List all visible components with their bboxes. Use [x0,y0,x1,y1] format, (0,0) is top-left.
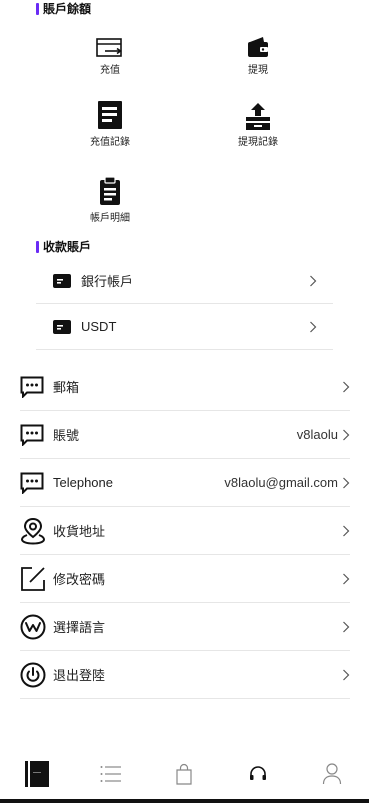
message-icon [20,376,44,398]
document-icon [98,101,122,129]
menu-item-telephone-value: v8laolu@gmail.com [224,475,338,490]
menu-item-account-value: v8laolu [296,427,338,442]
chevron-right-icon [310,275,317,286]
location-pin-icon [20,517,46,545]
account-details-button[interactable]: 帳戶明細 [65,174,155,224]
menu-item-language-label: 選擇語言 [53,620,106,635]
card-deposit-icon [96,38,122,57]
deposit-record-label: 充值記錄 [90,137,130,148]
section-accent-bar [36,240,39,253]
withdraw-record-label: 提現記錄 [238,137,278,148]
deposit-label: 充值 [100,65,120,76]
language-icon [20,614,46,639]
chevron-right-icon [343,669,350,680]
tab-home[interactable] [17,754,57,794]
menu-item-telephone-label: Telephone [53,475,113,490]
menu-item-language[interactable]: 選擇語言 [20,603,350,651]
wallet-icon [248,37,268,57]
menu-item-email-label: 郵箱 [53,380,80,395]
chevron-right-icon [343,381,350,392]
balance-section-title: 賬戶餘額 [36,0,91,17]
menu-item-email[interactable]: 郵箱 [20,363,350,411]
menu-item-account-label: 賬號 [53,428,80,443]
receive-section-label: 收款賬戶 [43,240,92,254]
tab-cart[interactable] [164,754,204,794]
menu-item-logout[interactable]: 退出登陸 [20,651,350,699]
withdraw-record-button[interactable]: 提現記錄 [213,100,303,148]
account-details-label: 帳戶明細 [90,213,130,224]
chevron-right-icon [343,429,350,440]
chevron-right-icon [343,621,350,632]
card-icon [53,319,71,334]
user-icon [322,763,342,785]
message-icon [20,424,44,446]
withdraw-button[interactable]: 提現 [213,32,303,76]
bottom-tab-bar [0,748,369,800]
menu-item-change-password-label: 修改密碼 [53,572,106,587]
chevron-right-icon [343,573,350,584]
withdraw-label: 提現 [248,65,268,76]
deposit-button[interactable]: 充值 [65,32,155,76]
clipboard-icon [100,176,120,205]
bag-icon [176,763,193,785]
menu-item-account[interactable]: 賬號 v8laolu [20,411,350,459]
deposit-record-button[interactable]: 充值記錄 [65,100,155,148]
list-icon [100,766,121,782]
menu-item-change-password[interactable]: 修改密碼 [20,555,350,603]
tab-list[interactable] [91,754,131,794]
menu-item-address[interactable]: 收貨地址 [20,507,350,555]
receive-section-title: 收款賬戶 [36,238,91,255]
menu-item-telephone[interactable]: Telephone v8laolu@gmail.com [20,459,350,507]
bank-account-label: 銀行帳戶 [81,274,134,289]
upload-tray-icon [246,103,270,130]
bank-account-row[interactable]: 銀行帳戶 [36,258,333,304]
chevron-right-icon [343,525,350,536]
tab-support[interactable] [238,754,278,794]
chevron-right-icon [343,477,350,488]
usdt-account-label: USDT [81,319,117,334]
chevron-right-icon [310,321,317,332]
menu-item-address-label: 收貨地址 [53,524,106,539]
power-icon [20,662,46,687]
edit-icon [21,566,45,591]
home-indicator-bar [0,799,369,803]
section-accent-bar [36,2,39,15]
card-icon [53,273,71,288]
book-icon [24,761,49,787]
tab-profile[interactable] [312,754,352,794]
usdt-account-row[interactable]: USDT [36,304,333,350]
balance-section-label: 賬戶餘額 [43,2,92,16]
message-icon [20,472,44,494]
menu-item-logout-label: 退出登陸 [53,668,106,683]
headset-icon [250,766,267,780]
